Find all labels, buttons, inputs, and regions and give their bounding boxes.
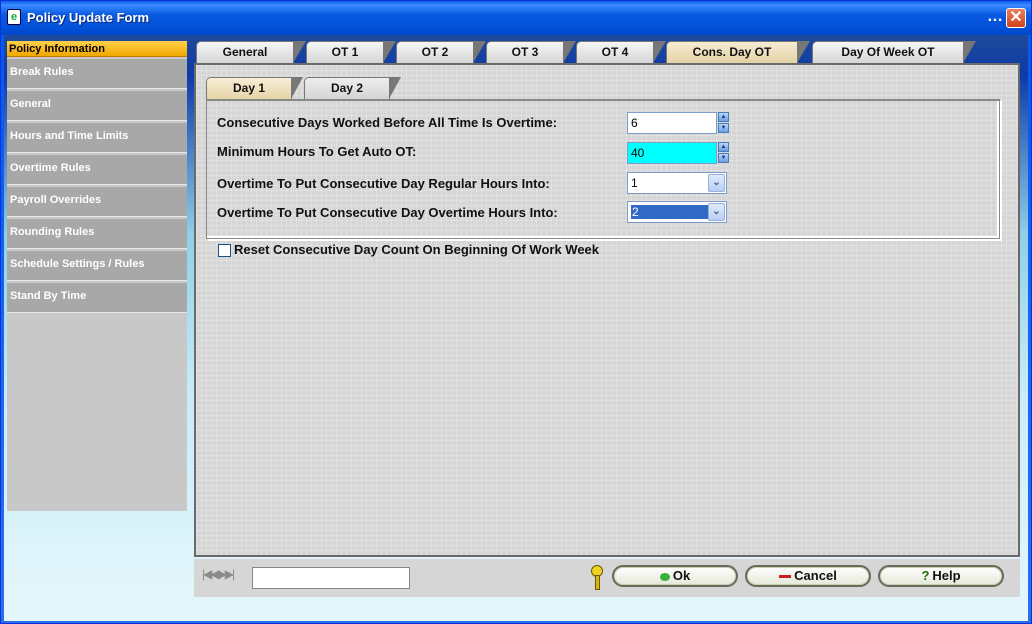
reset-count-label: Reset Consecutive Day Count On Beginning… [234, 242, 600, 257]
tab-ot-4[interactable]: OT 4 [576, 41, 666, 63]
sidebar-item-schedule-settings[interactable]: Schedule Settings / Rules [7, 251, 187, 281]
record-nav-input[interactable] [252, 567, 410, 589]
consecutive-days-label: Consecutive Days Worked Before All Time … [217, 115, 558, 130]
cancel-button[interactable]: Cancel [745, 565, 871, 587]
regular-hours-value: 1 [631, 176, 638, 190]
consecutive-days-spinner[interactable]: ▲ ▼ [718, 112, 729, 134]
sidebar-item-general[interactable]: General [7, 91, 187, 121]
bottom-bar: |◀◀▶▶| Ok Cancel ? Help [194, 559, 1020, 597]
ok-button[interactable]: Ok [612, 565, 738, 587]
tab-ot-2[interactable]: OT 2 [396, 41, 486, 63]
sidebar-item-overtime-rules[interactable]: Overtime Rules [7, 155, 187, 185]
close-window-button[interactable]: ✕ [1006, 8, 1026, 28]
cancel-icon [779, 575, 792, 579]
sidebar-item-rounding-rules[interactable]: Rounding Rules [7, 219, 187, 249]
record-nav-arrows-icon[interactable]: |◀◀▶▶| [202, 567, 235, 581]
min-hours-label: Minimum Hours To Get Auto OT: [217, 144, 417, 159]
sidebar-item-break-rules[interactable]: Break Rules [7, 59, 187, 89]
spin-down-icon[interactable]: ▼ [718, 153, 729, 163]
sidebar-header-policy-information[interactable]: Policy Information [7, 41, 187, 57]
min-hours-spinner[interactable]: ▲ ▼ [718, 142, 729, 164]
subtab-day-2[interactable]: Day 2 [304, 77, 401, 99]
regular-hours-select[interactable]: 1 ⌄ [627, 172, 727, 194]
reset-count-checkbox[interactable] [218, 244, 231, 257]
title-bar: e Policy Update Form … ✕ [1, 1, 1031, 35]
tab-ot-1[interactable]: OT 1 [306, 41, 396, 63]
tab-cons-day-ot[interactable]: Cons. Day OT [666, 41, 810, 63]
overtime-hours-select[interactable]: 2 ⌄ [627, 201, 727, 223]
regular-hours-label: Overtime To Put Consecutive Day Regular … [217, 176, 550, 191]
window-title: Policy Update Form [27, 10, 150, 25]
overtime-hours-label: Overtime To Put Consecutive Day Overtime… [217, 205, 558, 220]
cancel-label: Cancel [794, 568, 837, 583]
help-button[interactable]: ? Help [878, 565, 1004, 587]
tab-content-panel: Day 1 Day 2 Consecutive Days Worked Befo… [194, 63, 1020, 557]
consecutive-days-input[interactable]: 6 [627, 112, 717, 134]
client-area: Policy Information Break Rules General H… [4, 35, 1028, 621]
spin-up-icon[interactable]: ▲ [718, 112, 729, 122]
help-icon: ? [921, 568, 930, 583]
ok-icon [659, 572, 670, 581]
tab-general[interactable]: General [196, 41, 306, 63]
more-options-icon[interactable]: … [987, 8, 1003, 26]
key-icon [590, 565, 603, 590]
spin-down-icon[interactable]: ▼ [718, 123, 729, 133]
spin-up-icon[interactable]: ▲ [718, 142, 729, 152]
day-settings-group: Consecutive Days Worked Before All Time … [206, 99, 1000, 239]
tab-day-of-week-ot[interactable]: Day Of Week OT [812, 41, 976, 63]
policy-update-window: e Policy Update Form … ✕ Policy Informat… [0, 0, 1032, 624]
min-hours-input[interactable]: 40 [627, 142, 717, 164]
chevron-down-icon[interactable]: ⌄ [708, 203, 725, 221]
ok-label: Ok [672, 568, 691, 583]
chevron-down-icon[interactable]: ⌄ [708, 174, 725, 192]
tab-bar: General OT 1 OT 2 OT 3 OT 4 Cons. Day OT… [194, 41, 1020, 63]
overtime-hours-value: 2 [631, 205, 709, 219]
tab-ot-3[interactable]: OT 3 [486, 41, 576, 63]
sidebar: Policy Information Break Rules General H… [7, 41, 187, 511]
app-icon: e [7, 9, 21, 25]
sidebar-item-payroll-overrides[interactable]: Payroll Overrides [7, 187, 187, 217]
sidebar-item-hours-and-time-limits[interactable]: Hours and Time Limits [7, 123, 187, 153]
subtab-day-1[interactable]: Day 1 [206, 77, 303, 99]
sidebar-item-stand-by-time[interactable]: Stand By Time [7, 283, 187, 313]
help-label: Help [932, 568, 961, 583]
